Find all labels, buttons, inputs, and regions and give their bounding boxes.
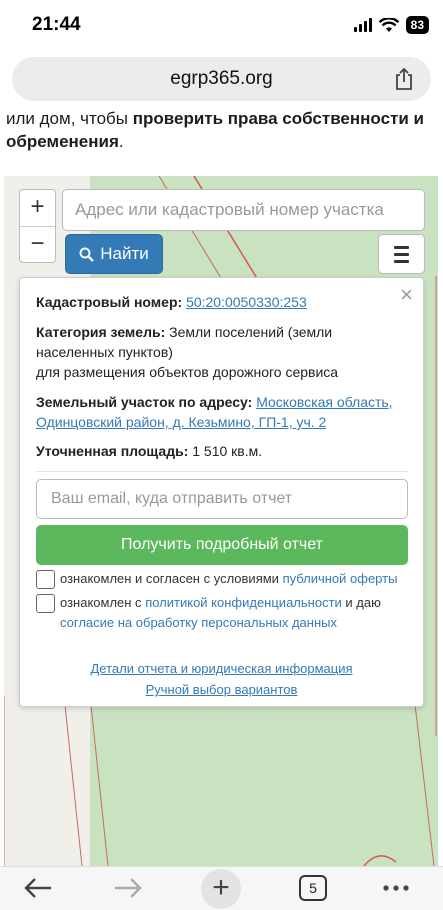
report-details-link[interactable]: Детали отчета и юридическая информация	[20, 659, 423, 679]
data-processing-consent-link[interactable]: согласие на обработку персональных данны…	[60, 615, 337, 630]
privacy-consent-label: ознакомлен с	[60, 595, 146, 610]
privacy-policy-link[interactable]: политикой конфиденциальности	[145, 595, 342, 610]
parcel-info-popup: × Кадастровый номер: 50:20:0050330:253 К…	[19, 277, 424, 707]
share-icon[interactable]	[391, 66, 417, 92]
forward-arrow-icon[interactable]	[112, 873, 144, 903]
zoom-control: + −	[19, 189, 56, 263]
privacy-consent-text: ознакомлен с политикой конфиденциальност…	[60, 593, 410, 633]
zoom-in-button[interactable]: +	[20, 190, 55, 226]
cadastral-number-link[interactable]: 50:20:0050330:253	[186, 294, 307, 310]
status-bar: 21:44 83	[0, 0, 443, 52]
privacy-checkbox[interactable]	[36, 594, 55, 613]
public-offer-link[interactable]: публичной оферты	[283, 571, 398, 586]
area-value: 1 510 кв.м.	[192, 443, 263, 459]
status-icons: 83	[353, 16, 429, 34]
intro-plain: или дом, чтобы	[6, 109, 133, 128]
tabs-button[interactable]: 5	[298, 873, 328, 903]
email-field[interactable]: Ваш email, куда отправить отчет	[36, 479, 408, 519]
plus-icon[interactable]: +	[201, 869, 241, 909]
menu-icon[interactable]	[378, 234, 425, 274]
browser-toolbar: + 5	[0, 866, 443, 910]
get-report-button[interactable]: Получить подробный отчет	[36, 525, 408, 565]
map[interactable]: + − Адрес или кадастровый номер участка …	[4, 176, 438, 866]
address-label: Земельный участок по адресу:	[36, 394, 253, 410]
address-row: Земельный участок по адресу: Московская …	[36, 392, 408, 432]
tabs-count: 5	[299, 875, 327, 901]
divider	[36, 471, 408, 472]
more-icon[interactable]	[380, 873, 412, 903]
signal-icon	[353, 18, 372, 32]
category-label: Категория земель:	[36, 324, 166, 340]
category-use: для размещения объектов дорожного сервис…	[36, 364, 339, 380]
offer-checkbox[interactable]	[36, 570, 55, 589]
find-button-label: Найти	[100, 244, 149, 263]
offer-consent-text: ознакомлен и согласен с условиями публич…	[60, 569, 410, 589]
cadastral-row: Кадастровый номер: 50:20:0050330:253	[36, 292, 408, 312]
offer-consent-label: ознакомлен и согласен с условиями	[60, 571, 283, 586]
intro-text: или дом, чтобы проверить права собственн…	[6, 107, 436, 153]
cadastral-label: Кадастровый номер:	[36, 294, 183, 310]
status-time: 21:44	[32, 14, 81, 35]
zoom-out-button[interactable]: −	[20, 226, 55, 262]
address-bar[interactable]: egrp365.org	[12, 57, 431, 101]
search-input[interactable]: Адрес или кадастровый номер участка	[62, 189, 425, 231]
area-label: Уточненная площадь:	[36, 443, 189, 459]
wifi-icon	[378, 17, 399, 32]
battery-indicator: 83	[405, 16, 429, 34]
privacy-consent-mid: и даю	[341, 595, 381, 610]
search-icon	[79, 247, 95, 262]
category-row: Категория земель: Земли поселений (земли…	[36, 322, 408, 382]
area-row: Уточненная площадь: 1 510 кв.м.	[36, 441, 408, 461]
url-text[interactable]: egrp365.org	[12, 68, 431, 90]
manual-selection-link[interactable]: Ручной выбор вариантов	[20, 680, 423, 700]
back-arrow-icon[interactable]	[22, 873, 54, 903]
find-button[interactable]: Найти	[65, 234, 163, 274]
intro-end: .	[118, 132, 124, 151]
